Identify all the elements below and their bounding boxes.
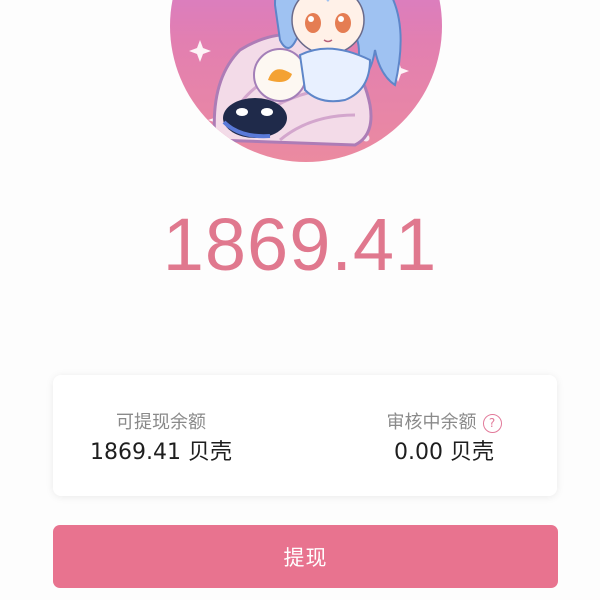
withdraw-button[interactable]: 提现 (53, 525, 558, 588)
under-review-label-row: 审核中余额? (359, 411, 529, 435)
withdrawable-value: 1869.41 贝壳 (90, 440, 232, 465)
wallet-page: 1869.41 可提现余额 1869.41 贝壳 审核中余额? 0.00 贝壳 … (0, 0, 600, 600)
question-circle-icon[interactable]: ? (482, 414, 502, 433)
character-illustration (189, 0, 409, 147)
under-review-balance: 审核中余额? 0.00 贝壳 (359, 411, 529, 468)
withdrawable-balance: 可提现余额 1869.41 贝壳 (81, 411, 241, 468)
avatar (170, 0, 442, 162)
under-review-value: 0.00 贝壳 (394, 440, 494, 465)
balance-card: 可提现余额 1869.41 贝壳 审核中余额? 0.00 贝壳 (53, 375, 557, 496)
under-review-label: 审核中余额 (386, 412, 477, 433)
total-balance: 1869.41 (162, 203, 438, 286)
withdrawable-label: 可提现余额 (116, 412, 206, 433)
